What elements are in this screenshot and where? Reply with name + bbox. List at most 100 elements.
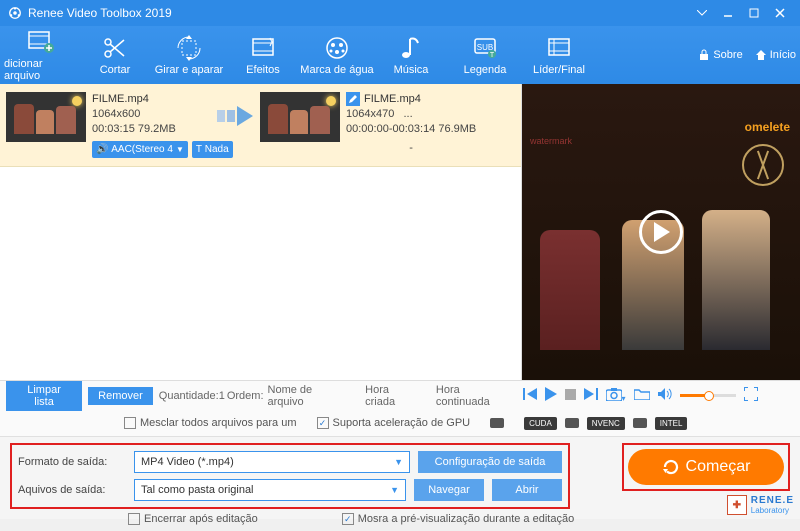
merge-checkbox[interactable] xyxy=(124,417,136,429)
snapshot-button[interactable]: ▾ xyxy=(606,388,626,404)
tool-label: Líder/Final xyxy=(533,64,585,76)
output-thumbnail xyxy=(260,92,340,142)
film-leader-icon xyxy=(545,34,573,62)
play-overlay-icon[interactable] xyxy=(639,210,683,254)
start-group: Começar xyxy=(622,443,790,491)
svg-text:T: T xyxy=(490,52,495,59)
app-logo-icon xyxy=(8,6,22,20)
edit-icon[interactable] xyxy=(346,92,360,106)
output-format-label: Formato de saída: xyxy=(18,456,126,468)
clear-list-button[interactable]: Limpar lista xyxy=(6,381,82,411)
subtitle-tag[interactable]: T Nada xyxy=(192,141,233,158)
tool-label: dicionar arquivo xyxy=(4,58,78,82)
cuda-badge: CUDA xyxy=(524,417,557,430)
tool-music[interactable]: Música xyxy=(374,34,448,76)
tool-watermark[interactable]: Marca de água xyxy=(300,34,374,76)
open-folder-button[interactable] xyxy=(634,388,650,403)
brand-text: omelete xyxy=(745,120,790,134)
close-after-label: Encerrar após editação xyxy=(144,513,258,525)
order-label: Ordem: xyxy=(227,390,264,402)
watermark-icon xyxy=(323,34,351,62)
tool-cut[interactable]: Cortar xyxy=(78,34,152,76)
gpu-label: Suporta aceleração de GPU xyxy=(333,417,471,429)
music-icon xyxy=(397,34,425,62)
text-icon: T xyxy=(196,142,202,157)
source-filename: FILME.mp4 xyxy=(92,92,210,107)
output-resolution: 1064x470 xyxy=(346,108,394,120)
file-list-panel: FILME.mp4 1064x600 00:03:15 79.2MB 🔊 AAC… xyxy=(0,84,522,380)
gpu-chip-icon xyxy=(490,418,504,428)
watermark-text: watermark xyxy=(530,136,572,146)
effects-icon xyxy=(249,34,277,62)
audio-tag[interactable]: 🔊 AAC(Stereo 4▼ xyxy=(92,141,188,158)
tool-label: Legenda xyxy=(464,64,507,76)
file-row[interactable]: FILME.mp4 1064x600 00:03:15 79.2MB 🔊 AAC… xyxy=(0,84,521,167)
tool-label: Música xyxy=(394,64,429,76)
scissors-icon xyxy=(101,34,129,62)
merge-label: Mesclar todos arquivos para um xyxy=(140,417,297,429)
tool-add-file[interactable]: dicionar arquivo xyxy=(4,28,78,82)
quantity-label: Quantidade:1 xyxy=(159,390,225,402)
tool-label: Girar e aparar xyxy=(155,64,223,76)
tool-label: Efeitos xyxy=(246,64,280,76)
order-by-created[interactable]: Hora criada xyxy=(365,384,422,408)
arrow-icon xyxy=(210,92,260,128)
home-icon xyxy=(755,49,767,61)
gpu-chip-icon xyxy=(633,418,647,428)
lock-icon xyxy=(698,49,710,61)
plus-icon: ✚ xyxy=(727,495,747,515)
subtitle-icon: SUBT xyxy=(471,34,499,62)
show-preview-checkbox[interactable]: ✓ xyxy=(342,513,354,525)
output-format-combo[interactable]: MP4 Video (*.mp4)▼ xyxy=(134,451,410,473)
gpu-chip-icon xyxy=(565,418,579,428)
show-preview-label: Mosra a pré-visualização durante a edita… xyxy=(358,513,574,525)
speaker-icon: 🔊 xyxy=(96,142,108,157)
dropdown-button[interactable] xyxy=(690,3,714,23)
open-button[interactable]: Abrir xyxy=(492,479,562,501)
gpu-checkbox[interactable]: ✓ xyxy=(317,417,329,429)
tool-rotate-crop[interactable]: Girar e aparar xyxy=(152,34,226,76)
browse-button[interactable]: Navegar xyxy=(414,479,484,501)
output-duration-size: 00:00:00-00:03:14 76.9MB xyxy=(346,122,476,137)
output-filename: FILME.mp4 xyxy=(364,93,421,105)
remove-button[interactable]: Remover xyxy=(88,387,153,405)
order-by-continued[interactable]: Hora continuada xyxy=(436,384,517,408)
start-button[interactable]: Começar xyxy=(628,449,784,485)
source-duration-size: 00:03:15 79.2MB xyxy=(92,122,210,137)
source-thumbnail xyxy=(6,92,86,142)
crop-rotate-icon xyxy=(175,34,203,62)
intel-badge: INTEL xyxy=(655,417,688,430)
maximize-button[interactable] xyxy=(742,3,766,23)
output-config-button[interactable]: Configuração de saída xyxy=(418,451,562,473)
output-dash: - xyxy=(346,141,476,156)
order-by-name[interactable]: Nome de arquivo xyxy=(268,384,352,408)
play-button[interactable] xyxy=(545,387,557,404)
tool-subtitle[interactable]: SUBT Legenda xyxy=(448,34,522,76)
prev-button[interactable] xyxy=(523,388,537,403)
tool-intro-outro[interactable]: Líder/Final xyxy=(522,34,596,76)
tool-label: Cortar xyxy=(100,64,131,76)
brand-watermark: ✚ RENE.E Laboratory xyxy=(727,495,794,515)
close-button[interactable] xyxy=(768,3,792,23)
about-link[interactable]: Sobre xyxy=(698,49,742,61)
volume-icon[interactable] xyxy=(658,388,672,403)
close-after-checkbox[interactable] xyxy=(128,513,140,525)
volume-slider[interactable] xyxy=(680,394,736,397)
stop-button[interactable] xyxy=(565,389,576,403)
output-res-extra: ... xyxy=(404,108,413,120)
fullscreen-button[interactable] xyxy=(744,387,758,404)
video-preview[interactable]: watermark omelete xyxy=(522,84,800,380)
chevron-down-icon: ▼ xyxy=(394,457,403,467)
home-link[interactable]: Início xyxy=(755,49,796,61)
output-settings-group: Formato de saída: MP4 Video (*.mp4)▼ Con… xyxy=(10,443,570,509)
tool-effects[interactable]: Efeitos xyxy=(226,34,300,76)
output-folder-combo[interactable]: Tal como pasta original▼ xyxy=(134,479,406,501)
next-button[interactable] xyxy=(584,388,598,403)
chevron-down-icon: ▼ xyxy=(390,485,399,495)
source-resolution: 1064x600 xyxy=(92,107,210,122)
refresh-icon xyxy=(662,458,680,476)
output-folder-label: Aquivos de saída: xyxy=(18,484,126,496)
tool-label: Marca de água xyxy=(300,64,373,76)
app-title: Renee Video Toolbox 2019 xyxy=(28,6,172,20)
minimize-button[interactable] xyxy=(716,3,740,23)
